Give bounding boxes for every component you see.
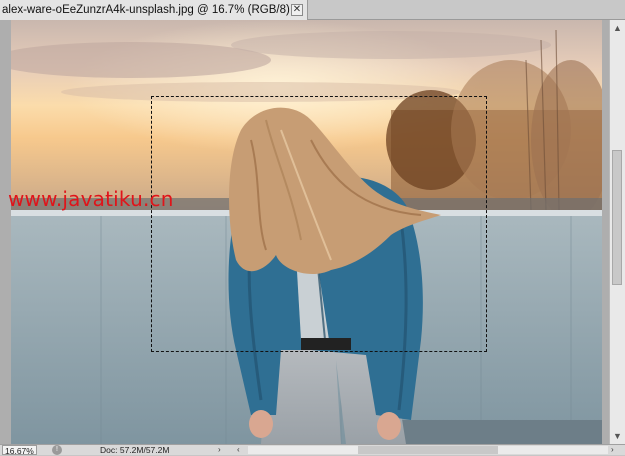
status-bar: 16.67% ! Doc: 57.2M/57.2M › ‹ ›	[0, 444, 625, 456]
scroll-down-icon[interactable]: ▼	[610, 428, 625, 444]
document-size-info: Doc: 57.2M/57.2M	[100, 445, 170, 455]
close-icon[interactable]: ✕	[291, 4, 303, 16]
zoom-level-field[interactable]: 16.67%	[2, 445, 37, 456]
rectangular-marquee-selection[interactable]	[151, 96, 487, 352]
status-menu-arrow-icon[interactable]: ›	[218, 445, 221, 455]
scroll-right-icon[interactable]: ›	[611, 445, 614, 455]
vertical-scroll-thumb[interactable]	[612, 150, 622, 285]
horizontal-scroll-thumb[interactable]	[358, 446, 498, 454]
document-tab-title: alex-ware-oEeZunzrA4k-unsplash.jpg @ 16.…	[2, 4, 290, 16]
scroll-left-icon[interactable]: ‹	[237, 445, 240, 455]
document-canvas[interactable]: www.javatiku.cn	[0, 20, 609, 444]
document-tab[interactable]: alex-ware-oEeZunzrA4k-unsplash.jpg @ 16.…	[0, 0, 308, 20]
scroll-up-icon[interactable]: ▲	[610, 20, 625, 36]
document-tab-bar: alex-ware-oEeZunzrA4k-unsplash.jpg @ 16.…	[0, 0, 625, 20]
horizontal-scrollbar[interactable]	[248, 446, 608, 454]
info-icon[interactable]: !	[52, 445, 62, 455]
watermark-text: www.javatiku.cn	[8, 187, 174, 211]
vertical-scrollbar[interactable]: ▲ ▼	[609, 20, 625, 444]
